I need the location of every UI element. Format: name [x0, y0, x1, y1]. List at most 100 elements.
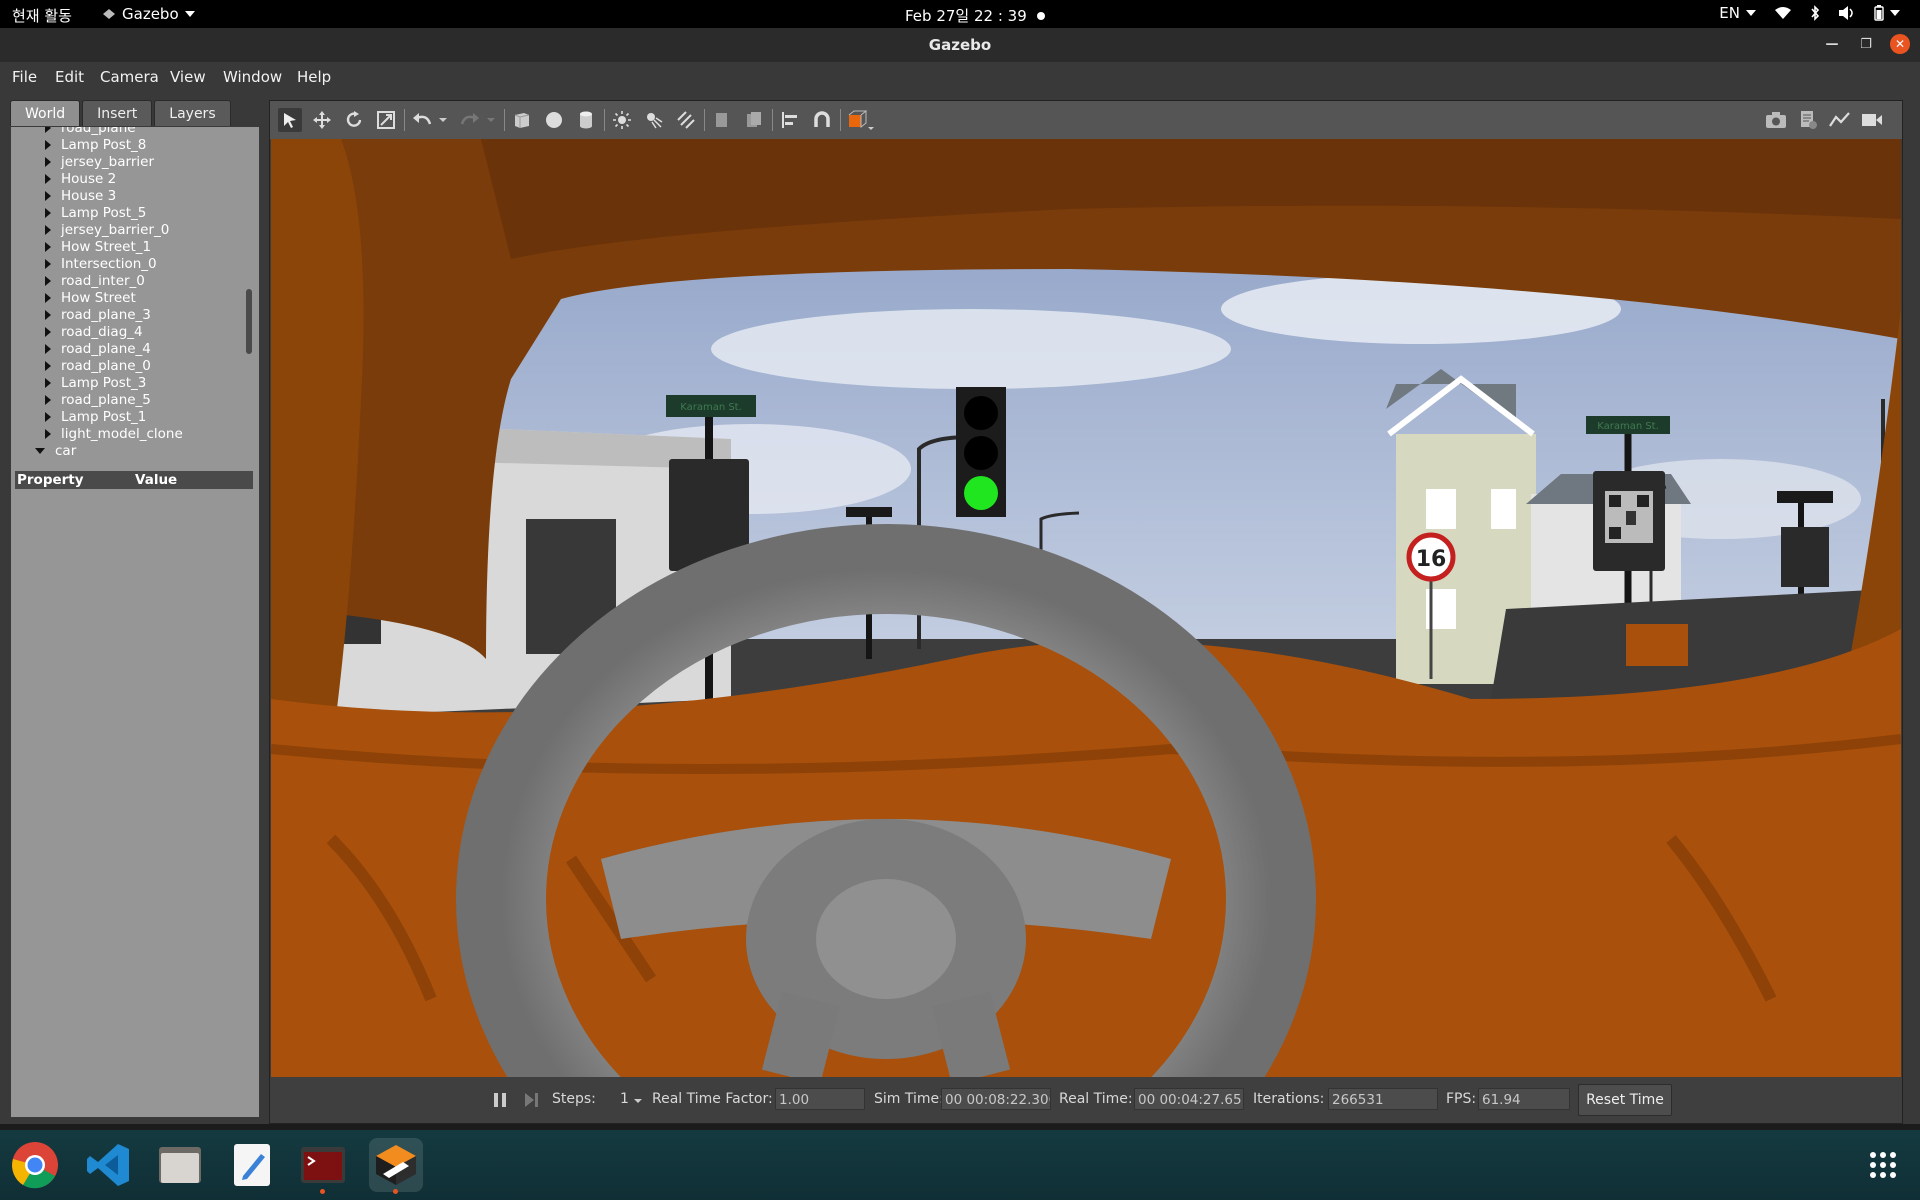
align-button[interactable] [778, 108, 802, 132]
tab-world[interactable]: World [10, 100, 81, 127]
window-title-bar[interactable]: Gazebo — ❐ ✕ [0, 28, 1920, 62]
scale-mode-button[interactable] [374, 108, 398, 132]
volume-icon[interactable] [1838, 5, 1856, 21]
tree-item-road-plane-3[interactable]: road_plane_3 [45, 306, 151, 323]
log-button[interactable] [1796, 108, 1820, 132]
steps-spinner[interactable]: 1 [620, 1091, 642, 1107]
tree-item-house-2[interactable]: House 2 [45, 170, 116, 187]
expand-arrow-icon[interactable] [45, 275, 51, 286]
tree-item-lamp-post-8[interactable]: Lamp Post_8 [45, 136, 146, 153]
expand-arrow-icon[interactable] [45, 173, 51, 184]
menu-window[interactable]: Window [223, 68, 282, 86]
tree-item-how-street[interactable]: How Street [45, 289, 136, 306]
undo-button[interactable] [410, 108, 434, 132]
menu-edit[interactable]: Edit [55, 68, 84, 86]
bluetooth-icon[interactable] [1810, 5, 1820, 21]
tree-item-light-model-clone[interactable]: light_model_clone [45, 425, 183, 442]
insert-point-light-button[interactable] [610, 108, 634, 132]
expand-arrow-icon[interactable] [45, 428, 51, 439]
expand-arrow-icon[interactable] [45, 127, 51, 133]
record-video-button[interactable] [1860, 108, 1884, 132]
expand-arrow-icon[interactable] [45, 309, 51, 320]
model-tree[interactable]: road_plane Lamp Post_8 jersey_barrier Ho… [11, 127, 251, 462]
expand-arrow-icon[interactable] [45, 258, 51, 269]
expand-arrow-icon[interactable] [45, 224, 51, 235]
redo-button[interactable] [458, 108, 482, 132]
reset-time-button[interactable]: Reset Time [1578, 1084, 1672, 1116]
tree-item-road-plane-4[interactable]: road_plane_4 [45, 340, 151, 357]
snap-button[interactable] [810, 108, 834, 132]
insert-cylinder-button[interactable] [574, 108, 598, 132]
menu-help[interactable]: Help [297, 68, 331, 86]
wifi-icon[interactable] [1774, 6, 1792, 20]
plot-button[interactable] [1828, 108, 1852, 132]
tab-layers[interactable]: Layers [154, 100, 231, 127]
tree-item-how-street-1[interactable]: How Street_1 [45, 238, 151, 255]
dock-gazebo[interactable] [369, 1138, 423, 1194]
tree-item-lamp-post-5[interactable]: Lamp Post_5 [45, 204, 146, 221]
tree-item-jersey-barrier[interactable]: jersey_barrier [45, 153, 154, 170]
expand-arrow-icon[interactable] [45, 207, 51, 218]
menu-view[interactable]: View [170, 68, 206, 86]
tree-item-road-plane-0[interactable]: road_plane_0 [45, 357, 151, 374]
step-button[interactable] [523, 1092, 539, 1108]
tree-item-road-diag-4[interactable]: road_diag_4 [45, 323, 143, 340]
expand-arrow-icon[interactable] [45, 156, 51, 167]
pause-button[interactable] [492, 1092, 508, 1108]
undo-history-button[interactable] [436, 108, 450, 132]
screenshot-button[interactable] [1764, 108, 1788, 132]
tree-item-road-inter-0[interactable]: road_inter_0 [45, 272, 145, 289]
tree-scrollbar[interactable] [246, 289, 252, 354]
dock-terminal[interactable] [296, 1138, 350, 1194]
show-apps-button[interactable] [1856, 1138, 1910, 1192]
power-menu[interactable] [1874, 5, 1900, 21]
collapse-arrow-icon[interactable] [35, 447, 45, 454]
dock-text-editor[interactable] [225, 1138, 279, 1192]
dock-vscode[interactable] [81, 1138, 135, 1192]
maximize-button[interactable]: ❐ [1856, 34, 1876, 54]
tree-item-jersey-barrier-0[interactable]: jersey_barrier_0 [45, 221, 169, 238]
clock[interactable]: Feb 27일 22 : 39 [905, 5, 1045, 26]
menu-file[interactable]: File [12, 68, 37, 86]
select-mode-button[interactable] [278, 108, 302, 132]
close-button[interactable]: ✕ [1890, 34, 1910, 54]
insert-box-button[interactable] [510, 108, 534, 132]
tree-item-lamp-post-3[interactable]: Lamp Post_3 [45, 374, 146, 391]
tree-item-house-3[interactable]: House 3 [45, 187, 116, 204]
expand-arrow-icon[interactable] [45, 394, 51, 405]
tree-item-road-plane[interactable]: road_plane [45, 127, 136, 136]
minimize-button[interactable]: — [1822, 34, 1842, 54]
tree-item-intersection-0[interactable]: Intersection_0 [45, 255, 157, 272]
expand-arrow-icon[interactable] [45, 377, 51, 388]
app-menu[interactable]: Gazebo [102, 5, 195, 23]
dock-files[interactable] [153, 1138, 207, 1192]
redo-history-button[interactable] [484, 108, 498, 132]
tree-item-car[interactable]: car [35, 442, 76, 459]
expand-arrow-icon[interactable] [45, 326, 51, 337]
plot-icon [1829, 112, 1850, 127]
dock-chrome[interactable] [8, 1138, 62, 1192]
insert-sphere-button[interactable] [542, 108, 566, 132]
scene-viewport[interactable]: Karaman St. Karaman St. 16 [271, 139, 1901, 1077]
tree-item-road-plane-5[interactable]: road_plane_5 [45, 391, 151, 408]
tree-item-lamp-post-1[interactable]: Lamp Post_1 [45, 408, 146, 425]
translate-mode-button[interactable] [310, 108, 334, 132]
redo-icon [460, 113, 479, 125]
insert-spot-light-button[interactable] [642, 108, 666, 132]
expand-arrow-icon[interactable] [45, 241, 51, 252]
input-language-menu[interactable]: EN [1719, 4, 1756, 22]
copy-button[interactable] [710, 108, 734, 132]
menu-camera[interactable]: Camera [100, 68, 159, 86]
expand-arrow-icon[interactable] [45, 411, 51, 422]
tab-insert[interactable]: Insert [82, 100, 153, 127]
expand-arrow-icon[interactable] [45, 360, 51, 371]
view-angle-button[interactable] [846, 108, 876, 132]
paste-button[interactable] [742, 108, 766, 132]
expand-arrow-icon[interactable] [45, 139, 51, 150]
insert-directional-light-button[interactable] [674, 108, 698, 132]
rotate-mode-button[interactable] [342, 108, 366, 132]
activities-button[interactable]: 현재 활동 [12, 5, 72, 26]
expand-arrow-icon[interactable] [45, 190, 51, 201]
expand-arrow-icon[interactable] [45, 292, 51, 303]
expand-arrow-icon[interactable] [45, 343, 51, 354]
